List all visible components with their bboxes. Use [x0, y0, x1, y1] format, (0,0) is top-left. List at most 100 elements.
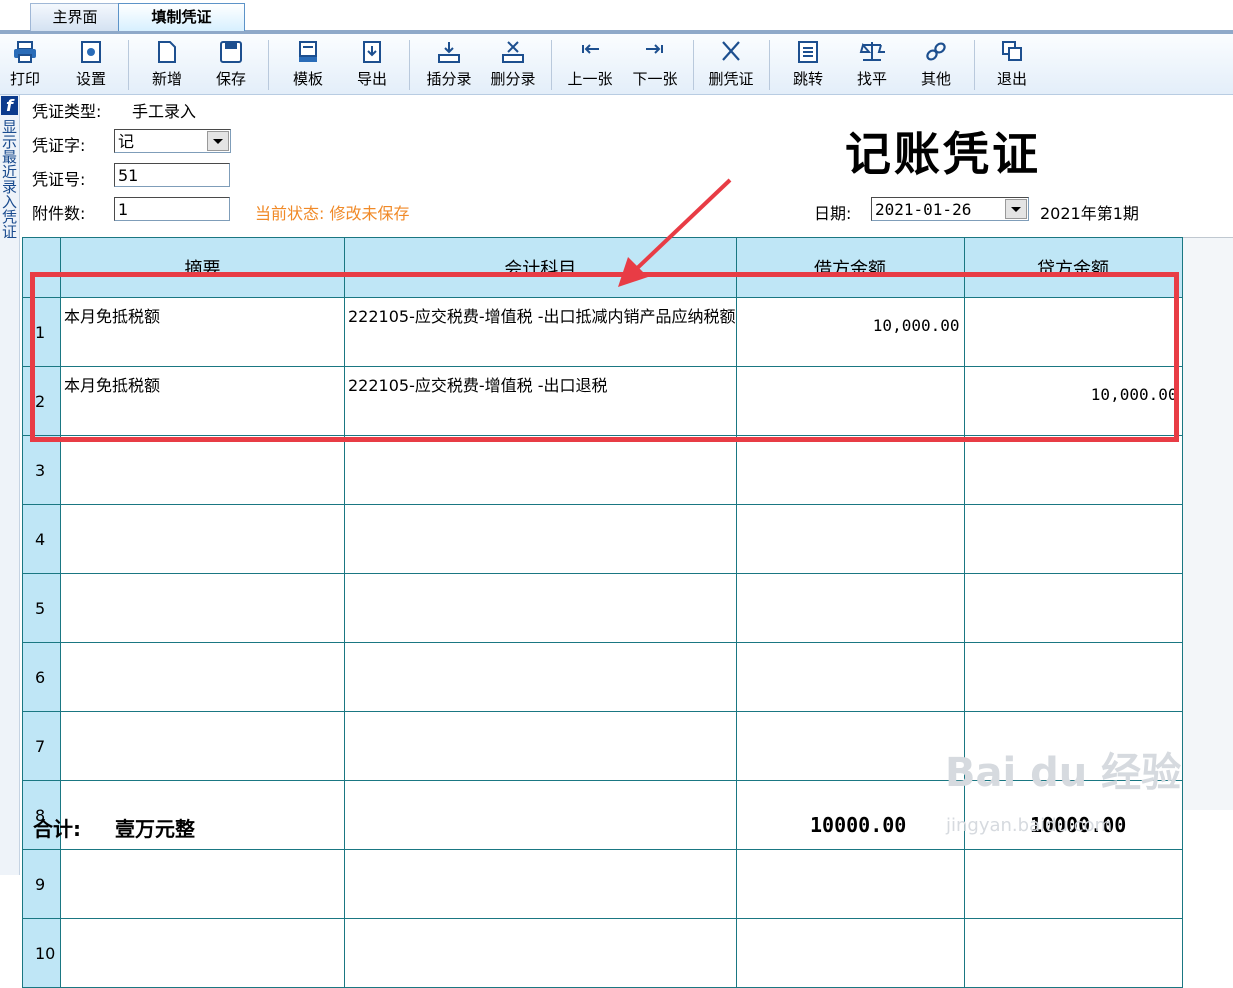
baidu-watermark: Bai du 经验: [945, 750, 1182, 796]
account-cell[interactable]: [344, 504, 737, 574]
date-dropdown[interactable]: [1005, 199, 1027, 219]
tab-home[interactable]: 主界面: [30, 3, 120, 31]
summary-cell[interactable]: [60, 711, 345, 781]
template-icon: [299, 41, 317, 62]
account-cell[interactable]: [344, 642, 737, 712]
row-number: 3: [22, 435, 61, 505]
print-button[interactable]: 打印: [0, 40, 53, 92]
export-button[interactable]: 导出: [344, 40, 400, 92]
account-cell[interactable]: [344, 573, 737, 643]
voucher-type-value: 手工录入: [132, 102, 197, 121]
debit-cell[interactable]: [735, 711, 965, 781]
credit-cell[interactable]: [963, 504, 1183, 574]
attachments-field[interactable]: 1: [114, 197, 230, 221]
separator: [268, 40, 269, 90]
template-button[interactable]: 模板: [280, 40, 336, 92]
settings-button[interactable]: 设置: [63, 40, 119, 92]
date-picker[interactable]: 2021-01-26: [871, 197, 1029, 221]
credit-cell[interactable]: [963, 642, 1183, 712]
debit-cell[interactable]: [735, 573, 965, 643]
balance-label: 找平: [856, 70, 887, 88]
previous-icon: [582, 44, 599, 54]
row-number: 6: [22, 642, 61, 712]
table-row[interactable]: 10: [22, 918, 1183, 988]
table-row[interactable]: 3: [22, 435, 1183, 505]
jump-button[interactable]: 跳转: [780, 40, 836, 92]
table-row[interactable]: 4: [22, 504, 1183, 574]
voucher-number-field[interactable]: 51: [114, 163, 230, 187]
watermark-url: jingyan.baidu.com: [946, 815, 1113, 836]
exit-button[interactable]: 退出: [984, 40, 1040, 92]
account-cell[interactable]: [344, 435, 737, 505]
next-icon: [646, 44, 663, 54]
row-number: 7: [22, 711, 61, 781]
debit-cell[interactable]: [735, 504, 965, 574]
credit-cell[interactable]: [963, 435, 1183, 505]
voucher-word-label: 凭证字:: [32, 136, 86, 155]
account-cell[interactable]: [344, 849, 737, 919]
delete-row-icon: [502, 41, 524, 63]
separator: [409, 40, 410, 90]
new-document-icon: [158, 41, 176, 63]
delete-voucher-button[interactable]: 删凭证: [703, 40, 759, 92]
debit-cell[interactable]: [735, 435, 965, 505]
summary-cell[interactable]: [60, 435, 345, 505]
next-button[interactable]: 下一张: [627, 40, 683, 92]
previous-label: 上一张: [567, 70, 613, 88]
table-row[interactable]: 5: [22, 573, 1183, 643]
settings-label: 设置: [75, 70, 106, 88]
table-row[interactable]: 6: [22, 642, 1183, 712]
debit-cell[interactable]: [735, 642, 965, 712]
chevron-down-icon: [213, 139, 223, 144]
save-button[interactable]: 保存: [203, 40, 259, 92]
delete-icon: [722, 41, 740, 61]
summary-cell[interactable]: [60, 504, 345, 574]
next-label: 下一张: [632, 70, 678, 88]
credit-cell[interactable]: [963, 849, 1183, 919]
previous-button[interactable]: 上一张: [562, 40, 618, 92]
credit-cell[interactable]: [963, 918, 1183, 988]
account-cell[interactable]: [344, 918, 737, 988]
save-icon: [220, 41, 242, 63]
attachments-label: 附件数:: [32, 204, 86, 223]
status-value: 修改未保存: [329, 204, 410, 223]
account-cell[interactable]: [344, 711, 737, 781]
other-button[interactable]: 其他: [908, 40, 964, 92]
new-button[interactable]: 新增: [139, 40, 195, 92]
function-icon: f: [1, 96, 18, 115]
debit-cell[interactable]: [735, 918, 965, 988]
voucher-word-value: 记: [118, 132, 135, 151]
voucher-type-label: 凭证类型:: [32, 102, 102, 121]
period-label: 2021年第1期: [1040, 204, 1139, 223]
summary-cell[interactable]: [60, 642, 345, 712]
table-row[interactable]: 9: [22, 849, 1183, 919]
toolbar: 打印 设置 新增 保存 模板 导出 插分录 删分录 上一张 下一张 删凭证 跳转: [0, 34, 1233, 95]
summary-cell[interactable]: [60, 573, 345, 643]
summary-cell[interactable]: [60, 918, 345, 988]
voucher-word-dropdown[interactable]: [207, 131, 229, 151]
tab-fill-voucher[interactable]: 填制凭证: [118, 3, 245, 31]
balance-button[interactable]: 找平: [844, 40, 900, 92]
voucher-number-label: 凭证号:: [32, 170, 86, 189]
insert-entry-button[interactable]: 插分录: [421, 40, 477, 92]
separator: [974, 40, 975, 90]
row-number: 10: [22, 918, 61, 988]
row-number: 4: [22, 504, 61, 574]
total-debit: 10000.00: [810, 813, 907, 837]
row-number: 9: [22, 849, 61, 919]
separator: [693, 40, 694, 90]
voucher-word-select[interactable]: 记: [114, 129, 231, 153]
save-label: 保存: [215, 70, 246, 88]
summary-cell[interactable]: [60, 780, 345, 850]
delete-entry-label: 删分录: [490, 70, 536, 88]
exit-label: 退出: [996, 70, 1027, 88]
insert-row-icon: [438, 42, 460, 63]
recent-vouchers-label[interactable]: 显示最近录入凭证: [2, 120, 18, 240]
insert-entry-label: 插分录: [426, 70, 472, 88]
delete-entry-button[interactable]: 删分录: [485, 40, 541, 92]
credit-cell[interactable]: [963, 573, 1183, 643]
chevron-down-icon: [1011, 207, 1021, 212]
account-cell[interactable]: [344, 780, 737, 850]
debit-cell[interactable]: [735, 849, 965, 919]
summary-cell[interactable]: [60, 849, 345, 919]
